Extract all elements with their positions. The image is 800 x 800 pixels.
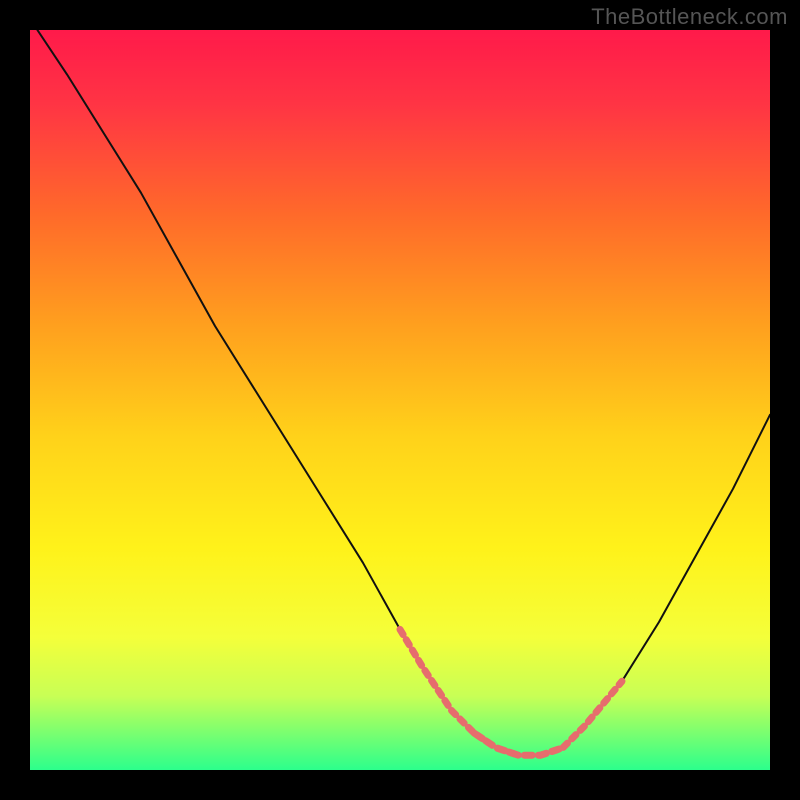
watermark-text: TheBottleneck.com	[591, 4, 788, 30]
chart-container: TheBottleneck.com	[0, 0, 800, 800]
chart-svg	[30, 30, 770, 770]
chart-background	[30, 30, 770, 770]
plot-area	[30, 30, 770, 770]
